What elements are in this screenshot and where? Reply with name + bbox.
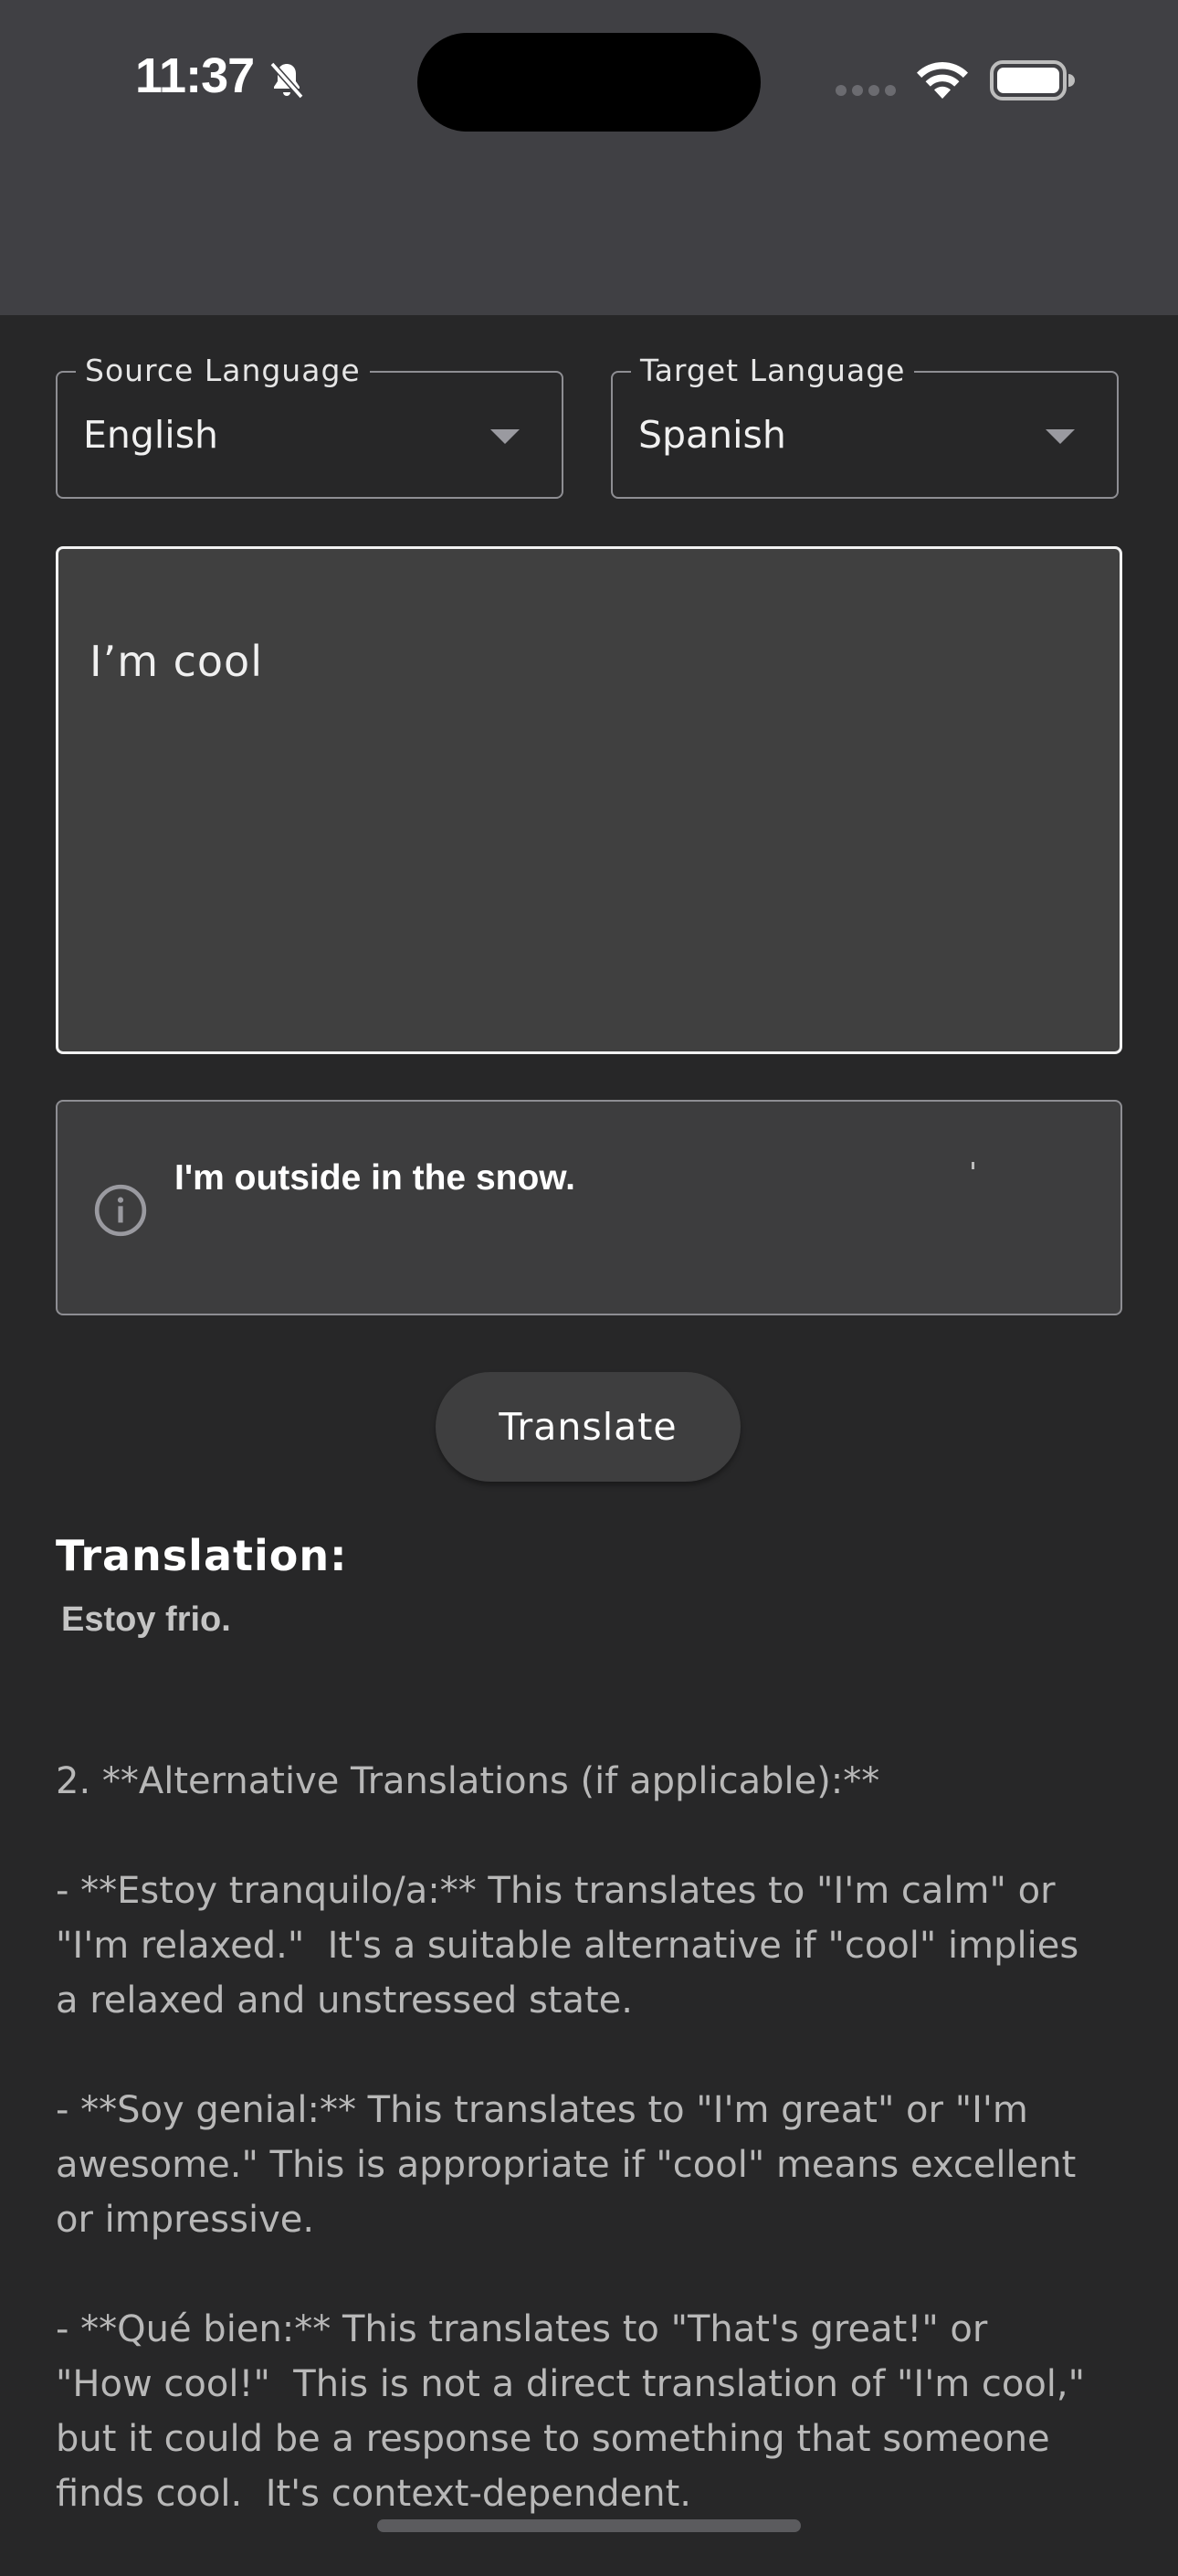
target-language-label: Target Language <box>631 353 915 388</box>
target-language-value: Spanish <box>638 413 786 457</box>
source-language-value: English <box>83 413 219 457</box>
context-text: I'm outside in the snow. <box>174 1158 576 1198</box>
translate-button[interactable]: Translate <box>436 1372 741 1482</box>
translation-result: Estoy frio. <box>61 1600 231 1639</box>
source-text-input[interactable]: I’m cool <box>56 546 1122 1054</box>
source-text-value: I’m cool <box>89 637 263 686</box>
caret-down-icon <box>490 429 520 444</box>
home-indicator[interactable] <box>377 2519 801 2532</box>
app-bar: 11:37 <box>0 0 1178 315</box>
alternative-item: - **Estoy tranquilo/a:** This translates… <box>56 1870 1079 2022</box>
battery-icon <box>990 60 1075 100</box>
translation-heading: Translation: <box>56 1531 348 1580</box>
bell-slash-icon <box>269 61 304 100</box>
alternative-item: - **Qué bien:** This translates to "That… <box>56 2308 1086 2515</box>
wifi-icon <box>917 62 968 99</box>
caret-down-icon <box>1046 429 1075 444</box>
context-info-card[interactable]: I'm outside in the snow. <box>56 1100 1122 1315</box>
dynamic-island <box>417 33 761 132</box>
source-language-label: Source Language <box>76 353 370 388</box>
text-cursor <box>972 1162 974 1169</box>
info-icon <box>94 1184 147 1237</box>
alternative-item: - **Soy genial:** This translates to "I'… <box>56 2089 1077 2241</box>
alternatives-heading: 2. **Alternative Translations (if applic… <box>56 1760 880 1802</box>
translation-details: 2. **Alternative Translations (if applic… <box>56 1754 1133 2576</box>
source-language-dropdown[interactable]: Source Language English <box>56 353 563 499</box>
signal-dots-icon <box>836 85 896 96</box>
status-time: 11:37 <box>135 48 255 103</box>
target-language-dropdown[interactable]: Target Language Spanish <box>611 353 1119 499</box>
